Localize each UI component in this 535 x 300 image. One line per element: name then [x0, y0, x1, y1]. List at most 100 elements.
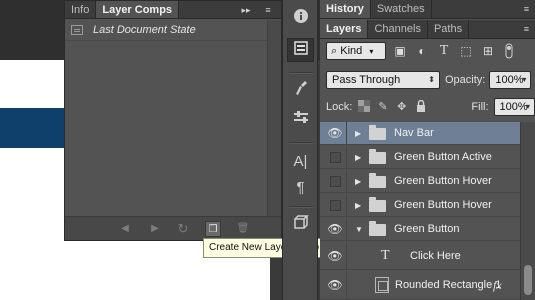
paragraph-icon[interactable]: ¶ [287, 176, 314, 200]
chevron-updown-icon: ⬍ [428, 75, 435, 84]
divider [346, 122, 347, 145]
layer-comps-icon[interactable] [287, 38, 314, 62]
create-new-layer-comp-button[interactable]: ❐ [205, 221, 221, 237]
search-icon: ⌕ [331, 45, 338, 57]
adjustment-filter-icon[interactable]: ◐ [414, 43, 430, 59]
fill-value: 100% [499, 101, 528, 113]
previous-comp-button[interactable]: ◀ [117, 221, 133, 237]
open-folder-icon [369, 221, 386, 236]
dock-divider [289, 72, 313, 74]
opacity-value: 100% [495, 74, 524, 86]
layers-list: 👁 ▶ Nav Bar ▶ Green Button Active ▶ Gree… [320, 122, 520, 300]
layers-tabbar: Layers Channels Paths ≡ [320, 20, 535, 39]
layer-name: Green Button Hover [394, 175, 492, 187]
layer-row[interactable]: 👁 ▼ Green Button [320, 218, 520, 241]
fill-label: Fill: [471, 101, 489, 113]
layer-name: Green Button Hover [394, 199, 492, 211]
visibility-toggle[interactable] [330, 152, 341, 163]
expand-arrow-icon[interactable]: ▶ [355, 122, 361, 145]
shape-filter-icon[interactable]: ⬚ [458, 43, 474, 59]
eye-icon[interactable]: 👁 [327, 122, 343, 145]
smart-object-filter-icon[interactable]: ⊞ [480, 43, 496, 59]
kind-label: Kind [340, 45, 363, 57]
chevron-down-icon: ▾ [525, 102, 530, 111]
divider [346, 170, 347, 193]
tab-history[interactable]: History [320, 0, 371, 18]
layer-comp-row[interactable]: Last Document State [65, 19, 281, 41]
info-icon[interactable] [287, 8, 314, 32]
folder-icon [369, 125, 386, 140]
visibility-toggle[interactable] [330, 176, 341, 187]
update-comp-button[interactable]: ↻ [175, 221, 191, 237]
layer-comps-panel: Info Layer Comps ▸▸ ≡ Last Document Stat… [64, 0, 282, 241]
tab-channels[interactable]: Channels [368, 20, 428, 38]
fx-icon[interactable]: fx [493, 271, 502, 300]
eye-icon[interactable]: 👁 [327, 271, 343, 300]
history-tabbar: History Swatches ≡ [320, 0, 535, 19]
panel-menu-icon[interactable]: ≡ [261, 1, 275, 19]
layer-comps-tabbar: Info Layer Comps ▸▸ ≡ [65, 1, 281, 19]
lock-image-icon[interactable]: ✎ [376, 100, 390, 114]
panel-menu-icon[interactable]: ≡ [524, 20, 529, 39]
collapse-arrow-icon[interactable]: ▼ [355, 218, 363, 241]
layer-name: Green Button [394, 223, 460, 235]
divider [346, 218, 347, 241]
folder-icon [369, 197, 386, 212]
tab-layer-comps[interactable]: Layer Comps [96, 1, 180, 18]
pixel-filter-icon[interactable]: ▣ [392, 43, 408, 59]
eye-icon[interactable]: 👁 [327, 218, 343, 241]
layer-row[interactable]: 👁 T Click Here [320, 242, 520, 270]
kind-filter-select[interactable]: ⌕ Kind ▾ [326, 42, 386, 60]
tab-swatches[interactable]: Swatches [371, 0, 432, 18]
expand-arrow-icon[interactable]: ▶ [355, 194, 361, 217]
layer-filter-row: ⌕ Kind ▾ ▣ ◐ T ⬚ ⊞ [320, 40, 535, 62]
character-icon[interactable]: A| [287, 150, 314, 174]
layer-comps-scrollbar[interactable] [267, 20, 281, 216]
chevron-down-icon: ▾ [369, 47, 374, 56]
layer-row[interactable]: 👁 ▶ Nav Bar [320, 122, 520, 145]
delete-comp-button[interactable]: 🗑 [235, 221, 251, 237]
panel-menu-icon[interactable]: ≡ [524, 0, 529, 19]
visibility-toggle[interactable] [330, 200, 341, 211]
layer-row[interactable]: 👁 Rounded Rectangle 1 fx [320, 271, 520, 300]
layers-scrollbar[interactable] [520, 122, 535, 300]
document-icon [71, 24, 83, 35]
layer-name: Rounded Rectangle 1 [395, 279, 502, 291]
collapse-panel-icon[interactable]: ▸▸ [237, 1, 255, 19]
lock-all-icon[interactable] [414, 99, 428, 114]
divider [346, 146, 347, 169]
lock-position-icon[interactable]: ✥ [395, 100, 409, 114]
layer-name: Nav Bar [394, 127, 434, 139]
blend-row: Pass Through ⬍ Opacity: 100% ▾ [320, 70, 535, 90]
layer-comp-label: Last Document State [93, 23, 196, 36]
divider [346, 242, 347, 270]
shape-layer-icon [375, 277, 389, 293]
blend-mode-value: Pass Through [332, 74, 401, 86]
folder-icon [369, 149, 386, 164]
right-panel-group: History Swatches ≡ Layers Channels Paths… [320, 0, 535, 300]
expand-arrow-icon[interactable]: ▶ [355, 146, 361, 169]
opacity-input[interactable]: 100% ▾ [489, 71, 532, 89]
tab-layers[interactable]: Layers [320, 20, 369, 38]
next-comp-button[interactable]: ▶ [147, 221, 163, 237]
lock-transparent-icon[interactable] [357, 100, 371, 114]
eye-icon[interactable]: 👁 [327, 242, 343, 270]
layer-row[interactable]: ▶ Green Button Hover [320, 194, 520, 217]
folder-icon [369, 173, 386, 188]
tab-info[interactable]: Info [65, 1, 97, 18]
layer-name: Green Button Active [394, 151, 492, 163]
tab-paths[interactable]: Paths [428, 20, 470, 38]
filter-toggle[interactable] [504, 43, 514, 59]
3d-icon[interactable] [287, 214, 314, 238]
type-filter-icon[interactable]: T [436, 43, 452, 59]
scrollbar-thumb[interactable] [524, 265, 532, 295]
layer-row[interactable]: ▶ Green Button Active [320, 146, 520, 169]
layer-row[interactable]: ▶ Green Button Hover [320, 170, 520, 193]
expand-arrow-icon[interactable]: ▶ [355, 170, 361, 193]
brush-presets-icon[interactable] [287, 80, 314, 104]
fill-input[interactable]: 100% ▾ [493, 98, 535, 116]
panel-dock: A| ¶ [282, 0, 318, 300]
divider [346, 194, 347, 217]
blend-mode-select[interactable]: Pass Through ⬍ [326, 71, 440, 89]
tool-presets-icon[interactable] [287, 108, 314, 132]
